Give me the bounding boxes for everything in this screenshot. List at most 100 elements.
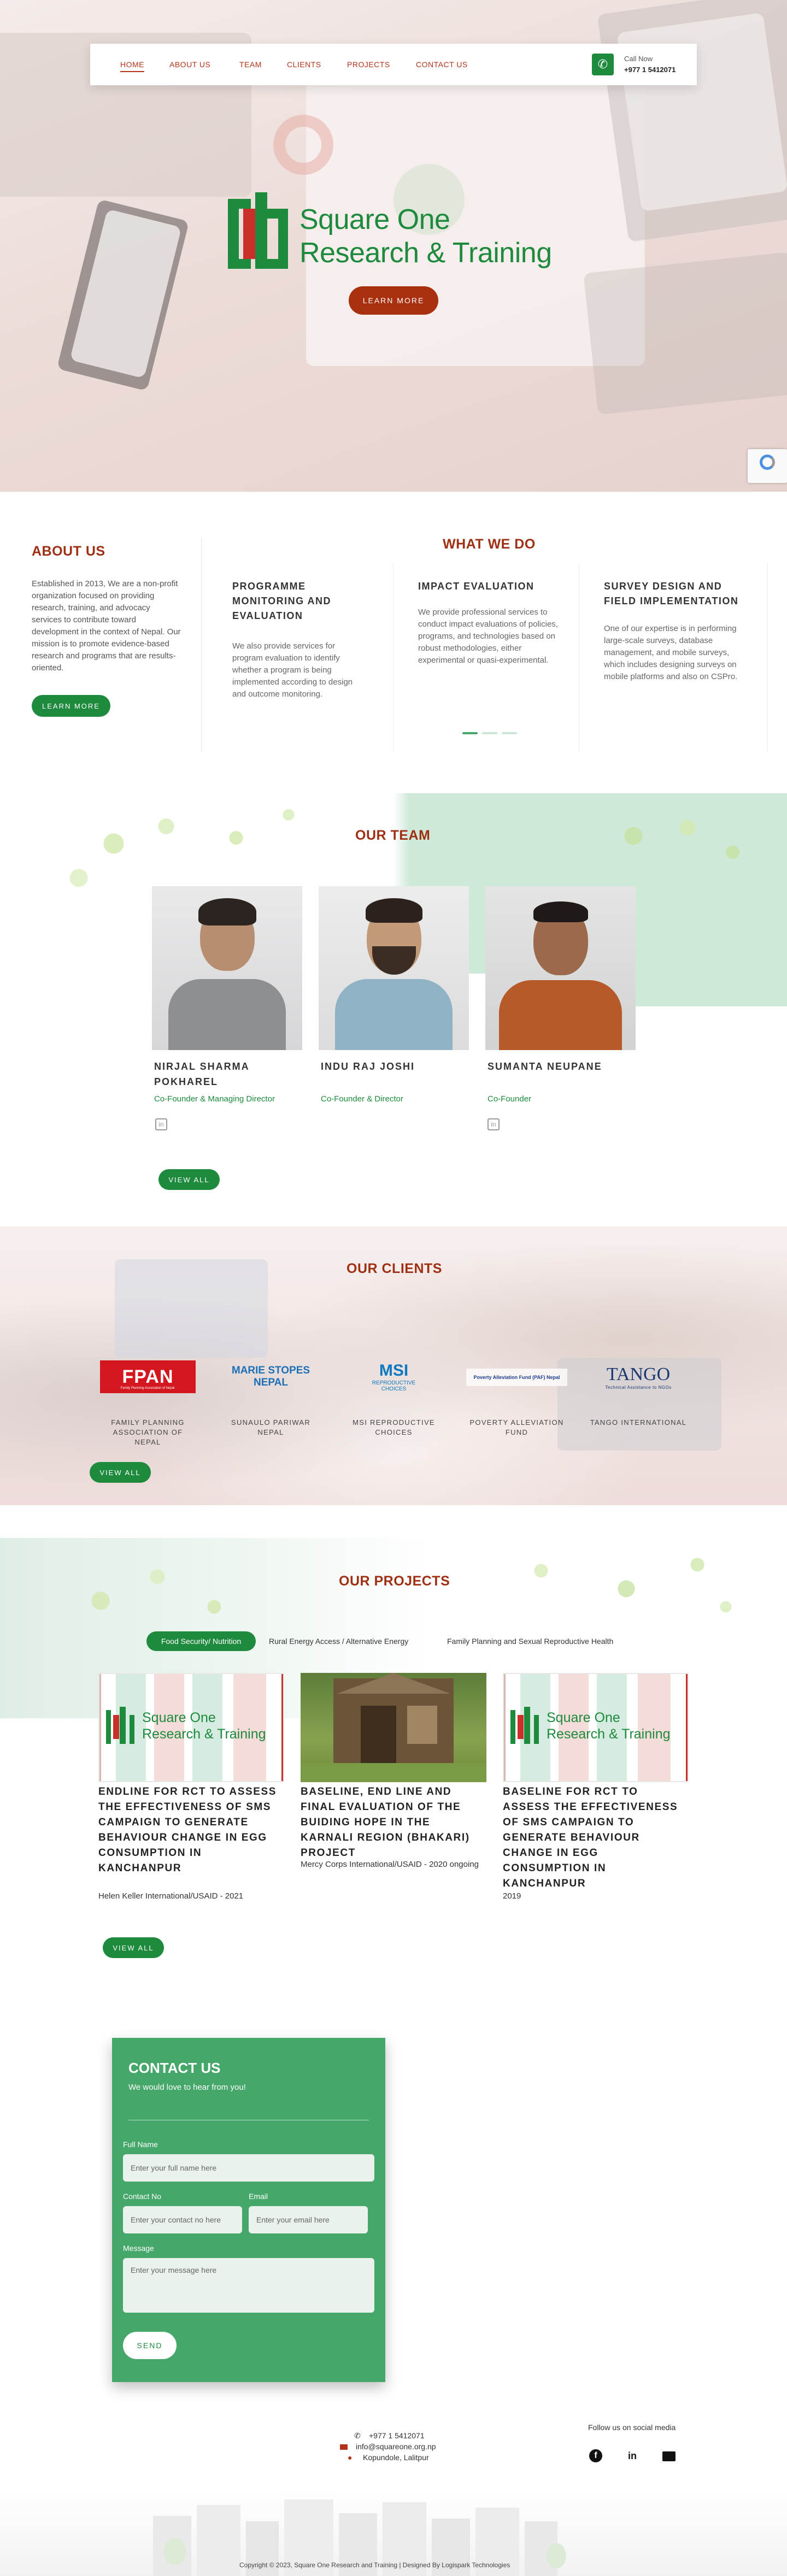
linkedin-icon[interactable]: in: [488, 1118, 500, 1130]
marie-stopes-logo-text: MARIE STOPES: [231, 1365, 310, 1376]
nav-team[interactable]: TEAM: [239, 60, 262, 69]
carousel-dot-active[interactable]: [462, 732, 478, 734]
client-logo-subtext: Family Planning Association of Nepal: [120, 1387, 175, 1390]
service-text: We provide professional services to cond…: [418, 608, 558, 665]
donut-chart-bg: [273, 115, 333, 175]
message-textarea[interactable]: Enter your message here: [123, 2258, 374, 2313]
member-photo: [319, 886, 469, 1050]
nav-clients[interactable]: CLIENTS: [287, 60, 321, 69]
project-card-image[interactable]: Square One Research & Training: [98, 1673, 284, 1782]
team-view-all-button[interactable]: VIEW ALL: [158, 1169, 220, 1190]
contact-card: CONTACT US We would love to hear from yo…: [112, 2038, 385, 2382]
carousel-dot[interactable]: [502, 732, 517, 734]
service-title: SURVEY DESIGN AND FIELD IMPLEMENTATION: [604, 581, 739, 606]
about-title: ABOUT US: [32, 544, 105, 559]
keyboard-bg: [583, 251, 787, 415]
member-photo: [152, 886, 302, 1050]
facebook-icon[interactable]: f: [589, 2449, 602, 2462]
service-text: We also provide services for program eva…: [232, 641, 353, 699]
contact-no-label: Contact No: [123, 2192, 162, 2201]
tango-logo-text: TANGO: [606, 1364, 671, 1384]
member-name: SUMANTA NEUPANE: [488, 1061, 602, 1072]
nav-projects[interactable]: PROJECTS: [347, 60, 390, 69]
about-text: Established in 2013, We are a non-profit…: [32, 579, 181, 673]
brand-logo-mark: [228, 192, 288, 269]
card-brand-line2: Research & Training: [547, 1726, 671, 1742]
project-card-image[interactable]: Square One Research & Training: [503, 1673, 689, 1782]
project-tab-rural-energy[interactable]: Rural Energy Access / Alternative Energy: [269, 1637, 408, 1646]
project-tab-food-security[interactable]: Food Security/ Nutrition: [146, 1631, 256, 1651]
member-photo: [485, 886, 636, 1050]
project-card-image[interactable]: [301, 1673, 486, 1782]
team-member-card[interactable]: [319, 886, 469, 1050]
project-tab-family-planning[interactable]: Family Planning and Sexual Reproductive …: [447, 1637, 613, 1646]
client-name: TANGO INTERNATIONAL: [590, 1418, 687, 1426]
contact-no-input[interactable]: Enter your contact no here: [123, 2206, 242, 2233]
card-brand-line1: Square One: [142, 1710, 216, 1725]
carousel-dot[interactable]: [482, 732, 497, 734]
about-learn-more-button[interactable]: LEARN MORE: [32, 695, 110, 717]
client-logo-tango[interactable]: TANGO Technical Assistance to NGOs: [589, 1359, 688, 1395]
project-meta: Mercy Corps International/USAID - 2020 o…: [301, 1860, 479, 1869]
nav-home[interactable]: HOME: [120, 60, 144, 72]
card-logo-mark: [106, 1707, 134, 1744]
footer-location-icon: ●: [348, 2453, 353, 2462]
paf-logo-text: Poverty Alleviation Fund (PAF) Nepal: [473, 1375, 560, 1380]
copyright-text: Copyright © 2023, Square One Research an…: [239, 2561, 510, 2569]
member-role: Co-Founder & Director: [321, 1094, 403, 1104]
send-button[interactable]: SEND: [123, 2332, 177, 2359]
laptop-screen-bg: [616, 12, 787, 212]
project-title[interactable]: ENDLINE FOR RCT TO ASSESS THE EFFECTIVEN…: [98, 1784, 279, 1876]
card-brand-line1: Square One: [547, 1710, 620, 1725]
contact-subtitle: We would love to hear from you!: [128, 2083, 246, 2092]
service-title: IMPACT EVALUATION: [418, 581, 535, 592]
mail-icon[interactable]: [662, 2451, 676, 2461]
nav-about-us[interactable]: ABOUT US: [169, 60, 210, 69]
call-number[interactable]: +977 1 5412071: [624, 66, 676, 74]
team-member-card[interactable]: [485, 886, 636, 1050]
leaf-branch-decoration: [579, 803, 760, 885]
project-meta: 2019: [503, 1891, 521, 1901]
linkedin-icon[interactable]: in: [626, 2449, 639, 2462]
email-input[interactable]: Enter your email here: [249, 2206, 368, 2233]
full-name-label: Full Name: [123, 2140, 158, 2149]
email-label: Email: [249, 2192, 268, 2201]
client-logo-paf[interactable]: Poverty Alleviation Fund (PAF) Nepal: [466, 1369, 567, 1386]
member-role: Co-Founder & Managing Director: [154, 1094, 275, 1104]
member-name: NIRJAL SHARMA POKHAREL: [154, 1061, 250, 1087]
projects-view-all-button[interactable]: VIEW ALL: [103, 1937, 164, 1958]
full-name-input[interactable]: Enter your full name here: [123, 2154, 374, 2182]
recaptcha-badge[interactable]: [748, 449, 787, 483]
msi-logo-sub: REPRODUCTIVE CHOICES: [372, 1380, 416, 1392]
linkedin-icon[interactable]: in: [155, 1118, 167, 1130]
card-brand-line2: Research & Training: [142, 1726, 266, 1742]
client-name: POVERTY ALLEVIATION FUND: [469, 1418, 564, 1436]
team-member-card[interactable]: [152, 886, 302, 1050]
call-now-label: Call Now: [624, 55, 653, 63]
service-text: One of our expertise is in performing la…: [604, 624, 738, 681]
project-title[interactable]: BASELINE, END LINE AND FINAL EVALUATION …: [301, 1784, 486, 1861]
client-name: FAMILY PLANNING ASSOCIATION OF NEPAL: [111, 1418, 185, 1446]
footer-email[interactable]: info@squareone.org.np: [356, 2442, 436, 2451]
social-label: Follow us on social media: [588, 2423, 676, 2432]
nav-contact-us[interactable]: CONTACT US: [416, 60, 468, 69]
client-logo-msi[interactable]: MSI REPRODUCTIVE CHOICES: [346, 1356, 442, 1397]
phone-screen-bg: [69, 209, 182, 379]
hero-learn-more-button[interactable]: LEARN MORE: [349, 286, 438, 315]
service-card: IMPACT EVALUATION We provide professiona…: [404, 563, 579, 751]
footer-phone[interactable]: +977 1 5412071: [369, 2431, 425, 2440]
brand-name-line1: Square One: [299, 204, 450, 235]
main-navbar: HOME ABOUT US TEAM CLIENTS PROJECTS CONT…: [90, 44, 697, 85]
about-divider: [201, 538, 202, 751]
message-label: Message: [123, 2244, 154, 2253]
phone-icon[interactable]: ✆: [592, 54, 614, 75]
project-title[interactable]: BASELINE FOR RCT TO ASSESS THE EFFECTIVE…: [503, 1784, 683, 1891]
member-name: INDU RAJ JOSHI: [321, 1061, 415, 1072]
services-title: WHAT WE DO: [443, 537, 536, 552]
client-logo-marie-stopes[interactable]: MARIE STOPES NEPAL: [220, 1360, 321, 1393]
fpan-logo-text: FPAN: [122, 1366, 174, 1387]
footer-phone-icon: ✆: [354, 2431, 361, 2440]
member-role: Co-Founder: [488, 1094, 532, 1104]
clients-view-all-button[interactable]: VIEW ALL: [90, 1462, 151, 1483]
msi-logo-text: MSI: [379, 1361, 409, 1380]
